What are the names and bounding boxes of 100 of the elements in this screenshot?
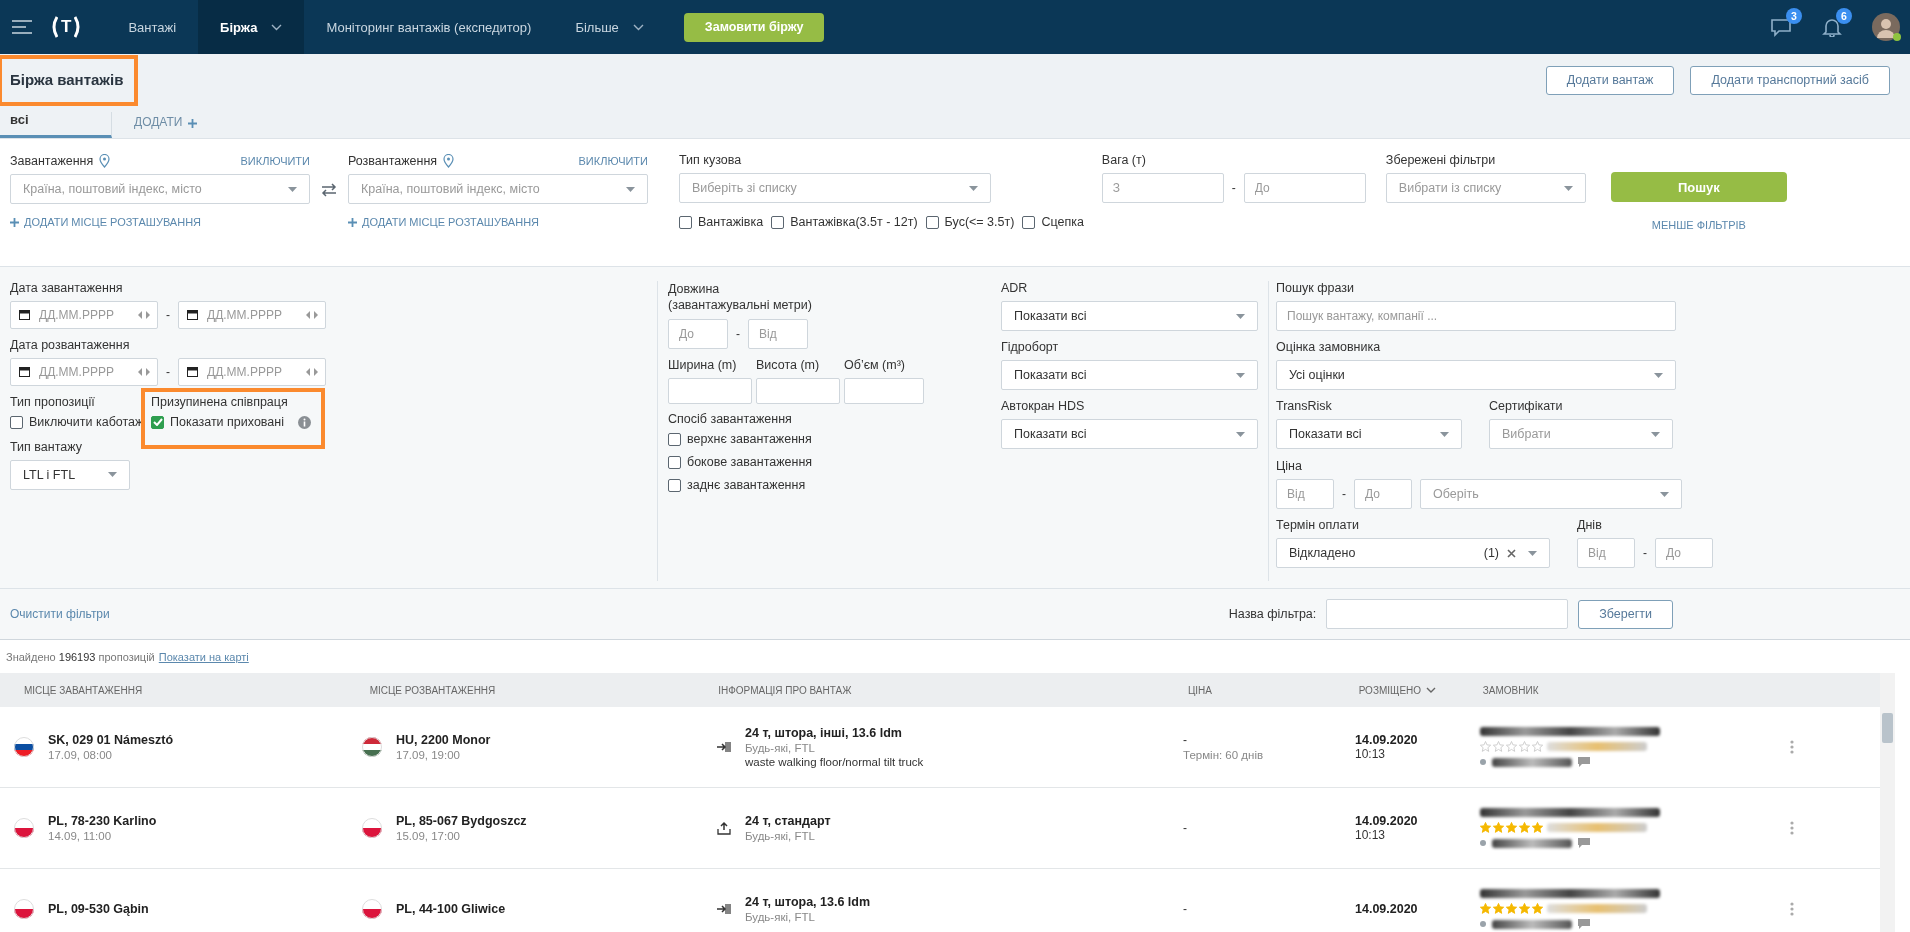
calendar-icon[interactable]: [19, 366, 30, 377]
add-location-link[interactable]: ДОДАТИ МІСЦЕ РОЗТАШУВАННЯ: [362, 216, 540, 228]
exclude-link[interactable]: ВИКЛЮЧИТИ: [240, 154, 310, 167]
stepper-arrows-icon[interactable]: [306, 368, 318, 376]
nav-tab[interactable]: Більше: [553, 0, 666, 54]
calendar-icon[interactable]: [187, 309, 198, 320]
input-field[interactable]: Від: [1276, 479, 1334, 509]
checkbox[interactable]: [668, 478, 681, 492]
stepper-arrows-icon[interactable]: [138, 368, 150, 376]
add-button[interactable]: Додати транспортний засіб: [1690, 65, 1890, 95]
input-field[interactable]: До: [1655, 538, 1713, 568]
chat-icon[interactable]: [1578, 838, 1590, 848]
add-tab-button[interactable]: ДОДАТИ: [112, 115, 183, 138]
add-location-link[interactable]: ДОДАТИ МІСЦЕ РОЗТАШУВАННЯ: [24, 216, 202, 228]
caret-icon: [1528, 550, 1537, 556]
range-separator: -: [735, 327, 741, 341]
calendar-icon[interactable]: [19, 309, 30, 320]
input-field[interactable]: [756, 378, 840, 404]
menu-icon[interactable]: [12, 20, 32, 34]
save-button[interactable]: Зберегти: [1578, 599, 1673, 629]
checkbox[interactable]: [10, 415, 23, 429]
input-field[interactable]: Від: [1577, 538, 1635, 568]
clear-filters-link[interactable]: Очистити фільтри: [10, 607, 110, 621]
date-field[interactable]: ДД.ММ.РРРР: [10, 358, 158, 386]
dropdown[interactable]: Показати всі: [1001, 419, 1258, 449]
dropdown[interactable]: Оберіть: [1420, 479, 1682, 509]
input-field[interactable]: До: [1243, 173, 1366, 203]
field-label: Гідроборт: [1001, 340, 1060, 354]
calendar-icon[interactable]: [187, 366, 198, 377]
column-header: ЗАМОВНИК: [1482, 684, 1540, 696]
time-text: 14.09, 11:00: [48, 830, 113, 842]
chat-icon[interactable]: [1770, 17, 1792, 37]
column-header[interactable]: РОЗМІЩЕНО: [1358, 684, 1483, 696]
checkbox[interactable]: [151, 415, 164, 429]
logo[interactable]: T: [50, 16, 83, 38]
checkbox-label: Виключити каботаж: [29, 415, 144, 429]
input-field[interactable]: [1326, 599, 1569, 629]
time-text: 17.09, 08:00: [48, 749, 113, 761]
date-field[interactable]: ДД.ММ.РРРР: [10, 301, 158, 329]
nav-tab[interactable]: Біржа: [198, 0, 305, 54]
caret-icon: [1654, 372, 1663, 378]
date-field[interactable]: ДД.ММ.РРРР: [178, 301, 326, 329]
dropdown[interactable]: Країна, поштовий індекс, місто: [10, 174, 310, 204]
caret-icon: [1651, 431, 1660, 437]
checkbox[interactable]: [679, 215, 692, 229]
input-field[interactable]: Від: [748, 319, 808, 349]
field-label: Сертифікати: [1489, 399, 1564, 413]
price-text: -: [1183, 821, 1187, 835]
avatar[interactable]: [1872, 13, 1900, 41]
checkbox[interactable]: [1022, 215, 1036, 229]
chat-icon[interactable]: [1578, 919, 1590, 929]
field-label: Пошук фрази: [1276, 281, 1355, 295]
cargo-type-text: Будь-які, FTL: [745, 742, 816, 754]
fewer-filters-link[interactable]: МЕНШЕ ФІЛЬТРІВ: [1651, 219, 1746, 231]
dropdown[interactable]: Показати всі: [1276, 419, 1462, 449]
bell-icon[interactable]: [1822, 17, 1842, 37]
chevron-down-icon[interactable]: [271, 23, 283, 31]
dropdown[interactable]: Країна, поштовий індекс, місто: [348, 174, 648, 204]
info-icon[interactable]: [298, 415, 311, 429]
dropdown[interactable]: Виберіть зі списку: [679, 173, 991, 203]
chat-icon[interactable]: [1578, 757, 1590, 767]
dropdown[interactable]: Усі оцінки: [1276, 360, 1676, 390]
exclude-link[interactable]: ВИКЛЮЧИТИ: [578, 154, 648, 167]
search-field[interactable]: Пошук вантажу, компанії ...: [1276, 301, 1676, 331]
sort-icon[interactable]: [1426, 687, 1437, 693]
column-header: ІНФОРМАЦІЯ ПРО ВАНТАЖ: [717, 684, 853, 696]
nav-tab[interactable]: Моніторинг вантажів (експедитор): [304, 0, 554, 54]
checkbox[interactable]: [925, 215, 939, 229]
checkbox[interactable]: [771, 215, 785, 229]
field-label: Дата завантаження: [10, 281, 124, 295]
dropdown[interactable]: Відкладено (1): [1276, 538, 1550, 568]
stepper-arrows-icon[interactable]: [306, 311, 318, 319]
show-on-map-link[interactable]: Показати на карті: [158, 650, 249, 663]
checkbox[interactable]: [668, 432, 681, 446]
stepper-arrows-icon[interactable]: [138, 311, 150, 319]
scrollbar-thumb[interactable]: [1882, 713, 1893, 743]
column-header: ЦІНА: [1187, 684, 1213, 696]
input-field[interactable]: З: [1101, 173, 1224, 203]
dropdown[interactable]: Показати всі: [1001, 301, 1258, 331]
input-field[interactable]: До: [668, 319, 728, 349]
dropdown[interactable]: Вибрати: [1489, 419, 1673, 449]
field-label: Вага (т): [1101, 153, 1147, 167]
dropdown[interactable]: Вибрати із списку: [1385, 173, 1586, 203]
checkbox[interactable]: [668, 455, 681, 469]
nav-tab[interactable]: Вантажі: [106, 0, 199, 54]
input-field[interactable]: [668, 378, 752, 404]
add-button[interactable]: Додати вантаж: [1545, 65, 1675, 95]
field-label: Спосіб завантаження: [668, 412, 793, 426]
chevron-down-icon[interactable]: [632, 23, 644, 31]
range-separator: -: [1642, 546, 1648, 560]
swap-icon[interactable]: [321, 183, 337, 197]
input-field[interactable]: До: [1354, 479, 1412, 509]
dropdown[interactable]: Показати всі: [1001, 360, 1258, 390]
date-field[interactable]: ДД.ММ.РРРР: [178, 358, 326, 386]
clear-icon[interactable]: [1507, 548, 1516, 558]
input-field[interactable]: [844, 378, 924, 404]
plus-icon: [348, 217, 357, 227]
dropdown[interactable]: LTL і FTL: [10, 459, 130, 490]
caret-icon: [1440, 431, 1449, 437]
flag-icon: [14, 899, 34, 919]
